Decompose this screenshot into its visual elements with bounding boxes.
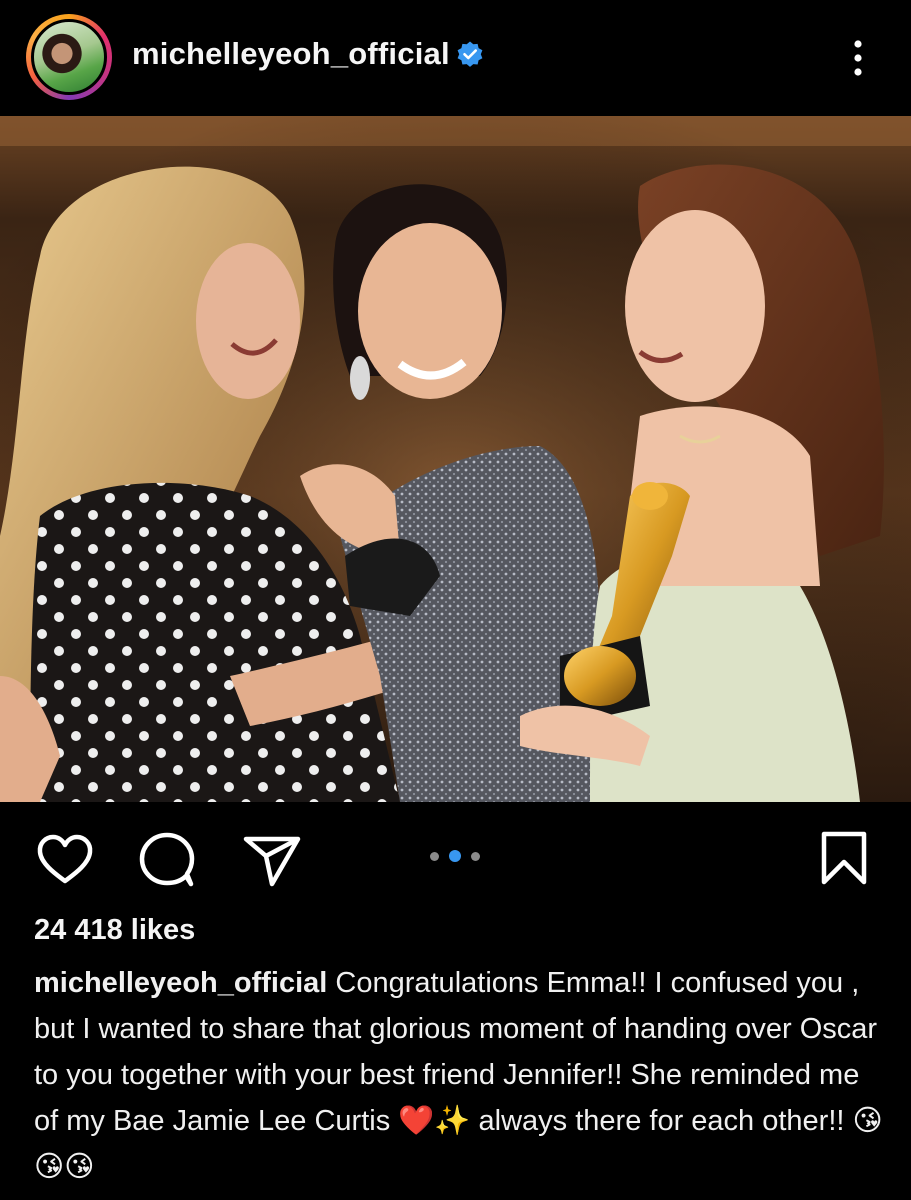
post-image[interactable]	[0, 116, 911, 802]
verified-badge-icon	[457, 41, 483, 67]
carousel-dot-active	[449, 850, 461, 862]
comment-icon[interactable]	[138, 832, 198, 888]
avatar[interactable]	[31, 19, 107, 95]
carousel-indicator	[428, 850, 488, 864]
bookmark-icon[interactable]	[818, 830, 870, 886]
heart-icon[interactable]	[36, 834, 94, 886]
like-count[interactable]: 24 418 likes	[34, 914, 195, 947]
caption-username[interactable]: michelleyeoh_official	[34, 967, 327, 999]
post-photo-illustration	[0, 116, 911, 802]
carousel-dot	[430, 852, 439, 861]
more-vertical-icon[interactable]	[843, 36, 873, 80]
username[interactable]: michelleyeoh_official	[132, 36, 450, 72]
post-header: michelleyeoh_official	[0, 0, 911, 116]
send-icon[interactable]	[242, 834, 302, 888]
post-caption: michelleyeoh_official Congratulations Em…	[34, 960, 884, 1190]
story-ring[interactable]	[26, 14, 112, 100]
post-actions	[0, 802, 911, 912]
carousel-dot	[471, 852, 480, 861]
caption-text: Congratulations Emma!! I confused you , …	[34, 967, 883, 1183]
